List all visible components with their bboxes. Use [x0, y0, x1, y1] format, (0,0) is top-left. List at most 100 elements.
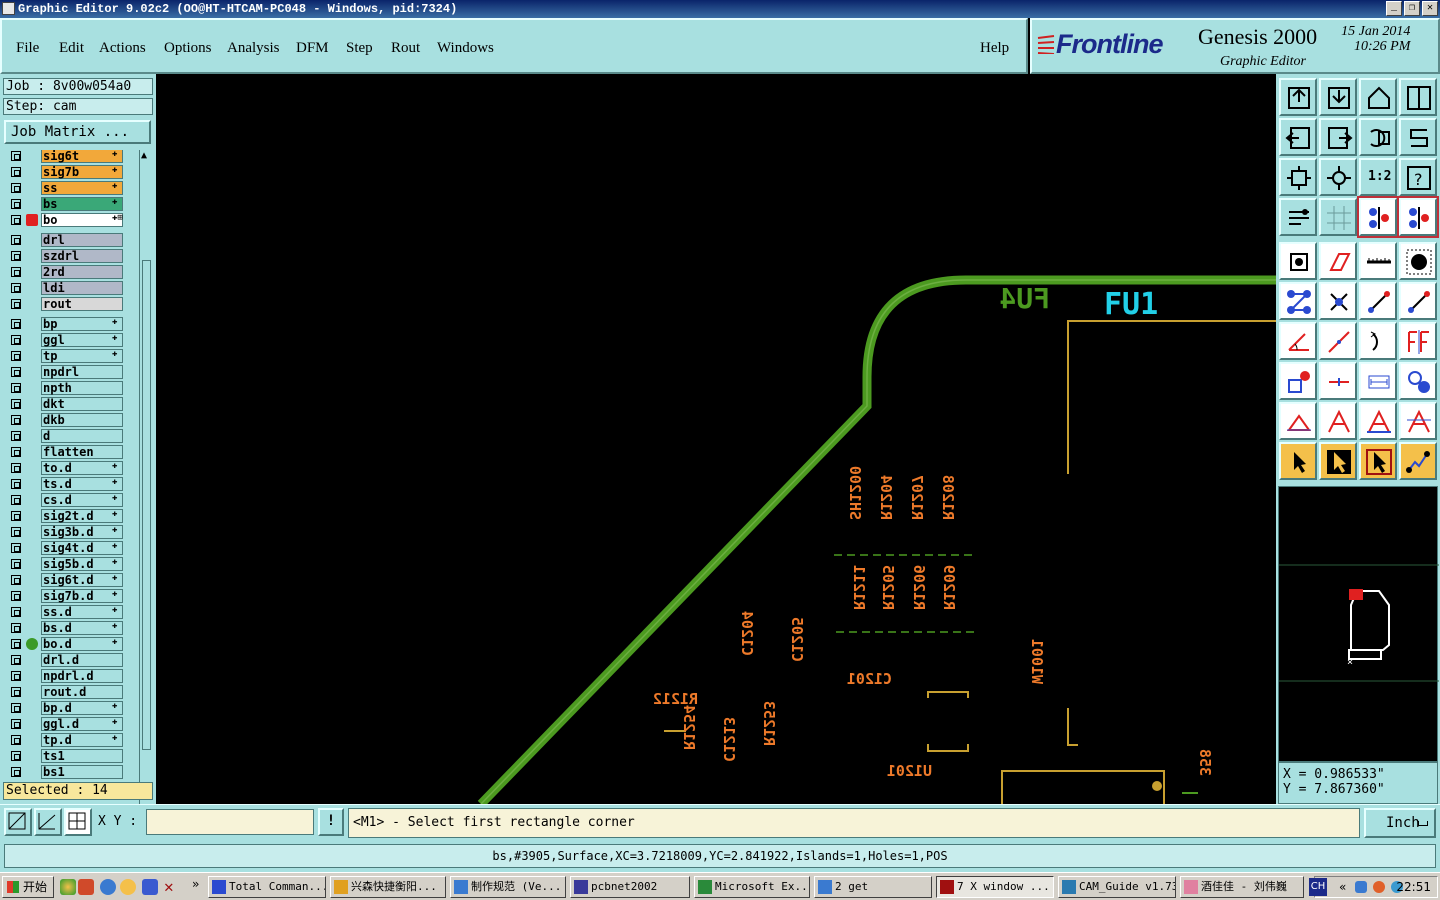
layer-name[interactable]: ts.d — [41, 477, 123, 491]
layer-row[interactable]: drl.d — [4, 652, 138, 668]
layer-checkbox[interactable] — [11, 767, 21, 777]
layer-checkbox[interactable] — [11, 183, 21, 193]
dim-button[interactable] — [1359, 362, 1397, 400]
s-shape-button[interactable] — [1399, 118, 1437, 156]
layer-checkbox[interactable] — [11, 335, 21, 345]
layer-checkbox[interactable] — [11, 167, 21, 177]
zoom-home-2-button[interactable] — [1319, 78, 1357, 116]
layer-name[interactable]: sig3b.d — [41, 525, 123, 539]
layer-row[interactable]: bp ✚ — [4, 316, 138, 332]
circles-button[interactable] — [1399, 362, 1437, 400]
layer-checkbox[interactable] — [11, 671, 21, 681]
layer-checkbox[interactable] — [11, 431, 21, 441]
pointer-button[interactable] — [1279, 442, 1317, 480]
layer-row[interactable]: sig5b.d ✚ — [4, 556, 138, 572]
minimize-button[interactable]: _ — [1386, 1, 1402, 16]
pad-button[interactable] — [1279, 362, 1317, 400]
rect-select-button[interactable] — [4, 808, 32, 836]
layer-checkbox[interactable] — [11, 151, 21, 161]
layer-row[interactable]: 2rd — [4, 264, 138, 280]
layer-name[interactable]: bo.d — [41, 637, 123, 651]
layer-checkbox[interactable] — [11, 383, 21, 393]
layer-checkbox[interactable] — [11, 575, 21, 585]
layer-name[interactable]: ggl.d — [41, 717, 123, 731]
layer-row[interactable]: ts1 — [4, 748, 138, 764]
menu-edit[interactable]: Edit — [59, 40, 84, 57]
menu-actions[interactable]: Actions — [99, 40, 146, 57]
menu-rout[interactable]: Rout — [391, 40, 420, 57]
security-icon[interactable] — [1373, 881, 1385, 893]
layer-name[interactable]: sig7b — [41, 165, 123, 179]
layer-checkbox[interactable] — [11, 447, 21, 457]
layer-checkbox[interactable] — [11, 319, 21, 329]
layer-name[interactable]: npdrl.d — [41, 669, 123, 683]
rotate-button[interactable] — [1319, 242, 1357, 280]
triangle-c-button[interactable] — [1399, 402, 1437, 440]
snap-off-button[interactable] — [1397, 196, 1439, 238]
layer-row[interactable]: cs.d ✚ — [4, 492, 138, 508]
pointer-active-button[interactable] — [1319, 442, 1357, 480]
layer-name[interactable]: ts1 — [41, 749, 123, 763]
window-button[interactable] — [1399, 78, 1437, 116]
ie-icon[interactable] — [100, 879, 116, 895]
tools-button[interactable] — [1279, 198, 1317, 236]
layer-checkbox[interactable] — [11, 399, 21, 409]
layer-row[interactable]: drl — [4, 232, 138, 248]
layer-name[interactable]: cs.d — [41, 493, 123, 507]
layer-name[interactable]: 2rd — [41, 265, 123, 279]
layer-row[interactable]: tp ✚ — [4, 348, 138, 364]
layer-checkbox[interactable] — [11, 199, 21, 209]
menu-windows[interactable]: Windows — [437, 40, 494, 57]
triangle-b-button[interactable] — [1359, 402, 1397, 440]
layer-name[interactable]: sig7b.d — [41, 589, 123, 603]
layer-row[interactable]: ss.d ✚ — [4, 604, 138, 620]
layer-name[interactable]: ss.d — [41, 605, 123, 619]
layer-row[interactable]: d — [4, 428, 138, 444]
layer-row[interactable]: flatten — [4, 444, 138, 460]
angle-button[interactable] — [1279, 322, 1317, 360]
diag-node-button[interactable] — [1399, 282, 1437, 320]
layer-name[interactable]: ggl — [41, 333, 123, 347]
menu-file[interactable]: File — [16, 40, 39, 57]
layer-checkbox[interactable] — [11, 495, 21, 505]
layer-name[interactable]: ss — [41, 181, 123, 195]
layer-name[interactable]: rout — [41, 297, 123, 311]
layer-row[interactable]: to.d ✚ — [4, 460, 138, 476]
layer-row[interactable]: bo ✚⊞ — [4, 212, 138, 228]
graphic-canvas[interactable]: FU4 FU1 SH1200 R1204 R1207 R1208 R1211 R… — [156, 74, 1276, 804]
layer-row[interactable]: ggl.d ✚ — [4, 716, 138, 732]
layer-checkbox[interactable] — [11, 543, 21, 553]
layer-row[interactable]: npth — [4, 380, 138, 396]
layer-checkbox[interactable] — [11, 559, 21, 569]
snap-on-button[interactable] — [1357, 196, 1399, 238]
clock-app-icon[interactable] — [120, 879, 136, 895]
layer-checkbox[interactable] — [11, 623, 21, 633]
layer-checkbox[interactable] — [11, 511, 21, 521]
layer-checkbox[interactable] — [11, 735, 21, 745]
layer-checkbox[interactable] — [11, 351, 21, 361]
layer-checkbox[interactable] — [11, 719, 21, 729]
route-button[interactable] — [1399, 442, 1437, 480]
xy-input[interactable] — [146, 809, 314, 835]
network-icon[interactable] — [1355, 881, 1367, 893]
measure-button[interactable] — [1359, 242, 1397, 280]
restore-button[interactable]: ❐ — [1404, 1, 1420, 16]
layer-name[interactable]: flatten — [41, 445, 123, 459]
layer-row[interactable]: bs1 — [4, 764, 138, 780]
layer-name[interactable]: szdrl — [41, 249, 123, 263]
layer-checkbox[interactable] — [11, 415, 21, 425]
layer-name[interactable]: npdrl — [41, 365, 123, 379]
layer-name[interactable]: dkt — [41, 397, 123, 411]
menu-options[interactable]: Options — [164, 40, 212, 57]
layer-row[interactable]: ts.d ✚ — [4, 476, 138, 492]
taskbar-task[interactable]: 酒佳佳 - 刘伟巍 — [1180, 876, 1304, 898]
layer-name[interactable]: bs1 — [41, 765, 123, 779]
layer-checkbox[interactable] — [11, 267, 21, 277]
bang-button[interactable]: ! — [318, 808, 344, 836]
layer-name[interactable]: sig6t.d — [41, 573, 123, 587]
quicklaunch-browser-icon[interactable] — [78, 879, 94, 895]
layer-row[interactable]: sig6t.d ✚ — [4, 572, 138, 588]
layer-name[interactable]: sig4t.d — [41, 541, 123, 555]
layer-checkbox[interactable] — [11, 655, 21, 665]
taskbar-task[interactable]: 制作规范 (Ve... — [450, 876, 566, 898]
